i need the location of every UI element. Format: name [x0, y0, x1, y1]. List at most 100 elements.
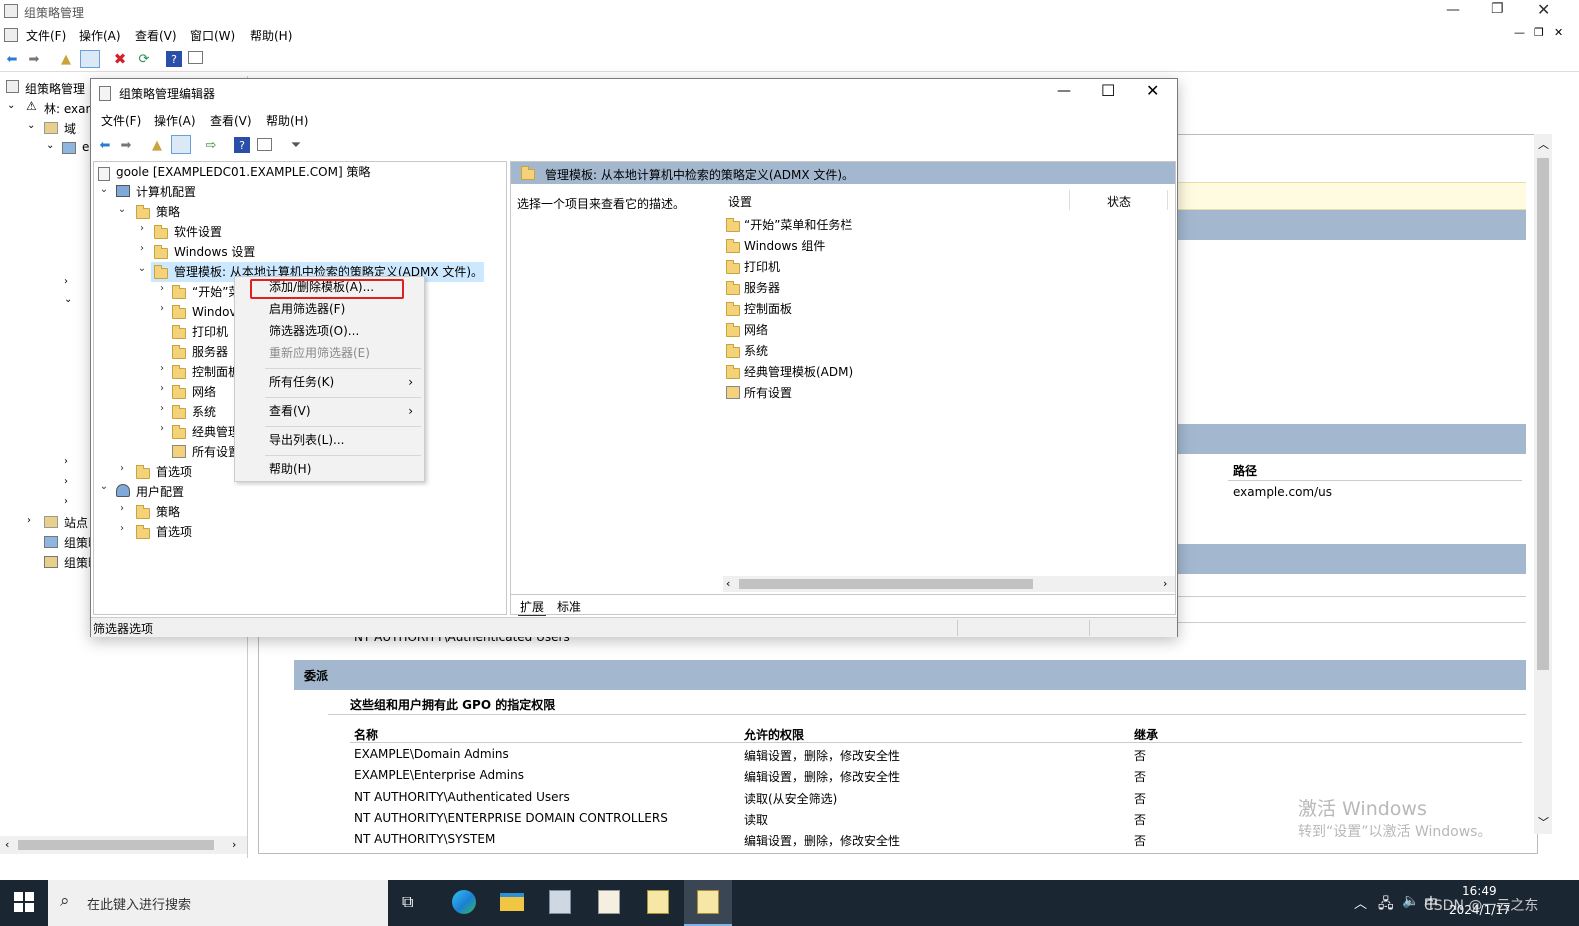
list-item[interactable]: 系统 [744, 342, 768, 359]
chevron-right-icon[interactable]: › [64, 496, 68, 507]
show-hide-tree-icon[interactable] [80, 50, 100, 68]
minimize-button[interactable]: — [1446, 2, 1460, 18]
tab-extended[interactable]: 扩展 [518, 598, 547, 616]
list-item[interactable]: “开始”菜单和任务栏 [744, 216, 852, 233]
gpm-taskbar-icon[interactable] [598, 890, 620, 914]
tree-classic-admin[interactable]: 经典管理 [192, 422, 240, 442]
chevron-down-icon[interactable]: ⌄ [116, 204, 128, 215]
tree-server[interactable]: 服务器 [192, 342, 228, 362]
maximize-button[interactable]: ❐ [1491, 1, 1504, 17]
edge-icon[interactable] [452, 890, 476, 914]
chevron-right-icon[interactable]: › [116, 503, 128, 514]
help-icon[interactable]: ? [234, 137, 250, 153]
menu-window[interactable]: 窗口(W) [190, 27, 235, 44]
chevron-down-icon[interactable]: ⌄ [27, 120, 35, 131]
tree-user-policy[interactable]: 策略 [156, 502, 180, 522]
start-button[interactable] [14, 892, 34, 912]
server-manager-icon[interactable] [549, 890, 571, 914]
menu-filter-options[interactable]: 筛选器选项(O)... [235, 321, 425, 342]
tree-system[interactable]: 系统 [192, 402, 216, 422]
chevron-right-icon[interactable]: › [156, 423, 168, 434]
tree-forest[interactable]: 林: exan [44, 100, 93, 117]
editor-menu-help[interactable]: 帮助(H) [266, 112, 308, 129]
list-item[interactable]: 服务器 [744, 279, 780, 296]
menu-export-list[interactable]: 导出列表(L)... [235, 430, 425, 451]
network-icon[interactable]: 🖧 [1378, 893, 1394, 917]
menu-action[interactable]: 操作(A) [79, 27, 121, 44]
up-folder-icon[interactable]: ▲ [149, 137, 165, 153]
task-view-icon[interactable]: ⧉ [402, 892, 413, 912]
chevron-right-icon[interactable]: › [156, 383, 168, 394]
notepad-icon[interactable] [647, 890, 669, 914]
chevron-down-icon[interactable]: ⌄ [7, 100, 15, 111]
editor-close-button[interactable]: ✕ [1146, 81, 1159, 100]
menu-file[interactable]: 文件(F) [26, 27, 66, 44]
report-vscrollbar[interactable]: ︿ ﹀ [1534, 134, 1552, 834]
filter-icon[interactable]: ⏷ [288, 137, 304, 153]
tab-standard[interactable]: 标准 [555, 598, 583, 615]
editor-minimize-button[interactable]: — [1057, 83, 1071, 99]
editor-maximize-button[interactable]: ☐ [1101, 81, 1115, 100]
chevron-right-icon[interactable]: › [116, 463, 128, 474]
refresh-icon[interactable]: ⟳ [136, 51, 152, 67]
mdi-restore[interactable]: ❐ [1534, 26, 1544, 39]
forward-icon[interactable]: ➡ [26, 51, 42, 67]
active-app-highlight[interactable] [684, 880, 732, 926]
properties-icon[interactable] [188, 51, 203, 64]
tree-domains[interactable]: 域 [64, 120, 76, 137]
chevron-down-icon[interactable]: ⌄ [98, 481, 110, 492]
chevron-down-icon[interactable]: ⌄ [64, 294, 72, 305]
tree-preferences[interactable]: 首选项 [156, 462, 192, 482]
tree-policy[interactable]: 策略 [156, 202, 180, 222]
tree-user-preferences[interactable]: 首选项 [156, 522, 192, 542]
chevron-down-icon[interactable]: ⌄ [98, 184, 110, 195]
tree-sites[interactable]: 站点 [64, 514, 88, 531]
menu-view[interactable]: 查看(V) › [235, 401, 425, 422]
tree-network[interactable]: 网络 [192, 382, 216, 402]
chevron-right-icon[interactable]: › [156, 283, 168, 294]
tree-user-config[interactable]: 用户配置 [136, 482, 184, 502]
chevron-right-icon[interactable]: › [64, 456, 68, 467]
menu-view[interactable]: 查看(V) [135, 27, 177, 44]
back-icon[interactable]: ⬅ [97, 137, 113, 153]
chevron-right-icon[interactable]: › [156, 403, 168, 414]
chevron-up-icon[interactable]: ︿ [1354, 893, 1367, 912]
chevron-down-icon[interactable]: ⌄ [136, 263, 148, 274]
column-state[interactable]: 状态 [1107, 193, 1131, 210]
tree-all-settings[interactable]: 所有设置 [192, 442, 240, 462]
list-item[interactable]: Windows 组件 [744, 237, 825, 254]
menu-help[interactable]: 帮助(H) [250, 27, 292, 44]
tree-printers[interactable]: 打印机 [192, 322, 228, 342]
chevron-right-icon[interactable]: › [156, 363, 168, 374]
list-item[interactable]: 所有设置 [744, 384, 792, 401]
tree-windows-components[interactable]: Windov [192, 302, 237, 322]
help-icon[interactable]: ? [166, 51, 182, 67]
tree-computer-config[interactable]: 计算机配置 [136, 182, 196, 202]
tree-software-settings[interactable]: 软件设置 [174, 222, 222, 242]
up-folder-icon[interactable]: ▲ [58, 51, 74, 67]
export-list-icon[interactable]: ⇨ [203, 137, 219, 153]
chevron-down-icon[interactable]: ⌄ [46, 140, 54, 151]
tree-gpo-root[interactable]: goole [EXAMPLEDC01.EXAMPLE.COM] 策略 [116, 162, 370, 182]
chevron-right-icon[interactable]: › [136, 223, 148, 234]
editor-menu-file[interactable]: 文件(F) [101, 112, 141, 129]
show-hide-tree-icon[interactable] [171, 135, 191, 154]
back-icon[interactable]: ⬅ [4, 51, 20, 67]
list-item[interactable]: 打印机 [744, 258, 780, 275]
forward-icon[interactable]: ➡ [118, 137, 134, 153]
chevron-right-icon[interactable]: › [116, 523, 128, 534]
list-item[interactable]: 网络 [744, 321, 768, 338]
editor-menu-view[interactable]: 查看(V) [210, 112, 252, 129]
outer-tree-hscrollbar[interactable]: ‹ › [0, 836, 247, 854]
close-button[interactable]: ✕ [1537, 0, 1550, 19]
chevron-right-icon[interactable]: › [156, 303, 168, 314]
menu-all-tasks[interactable]: 所有任务(K) › [235, 372, 425, 393]
menu-help[interactable]: 帮助(H) [235, 459, 425, 480]
list-item[interactable]: 控制面板 [744, 300, 792, 317]
detail-hscrollbar[interactable]: ‹ › [723, 576, 1175, 592]
menu-enable-filter[interactable]: 启用筛选器(F) [235, 299, 425, 320]
mdi-close[interactable]: ✕ [1554, 26, 1563, 39]
list-item[interactable]: 经典管理模板(ADM) [744, 363, 853, 380]
volume-icon[interactable]: 🔈 [1402, 893, 1419, 909]
chevron-right-icon[interactable]: › [64, 276, 68, 287]
